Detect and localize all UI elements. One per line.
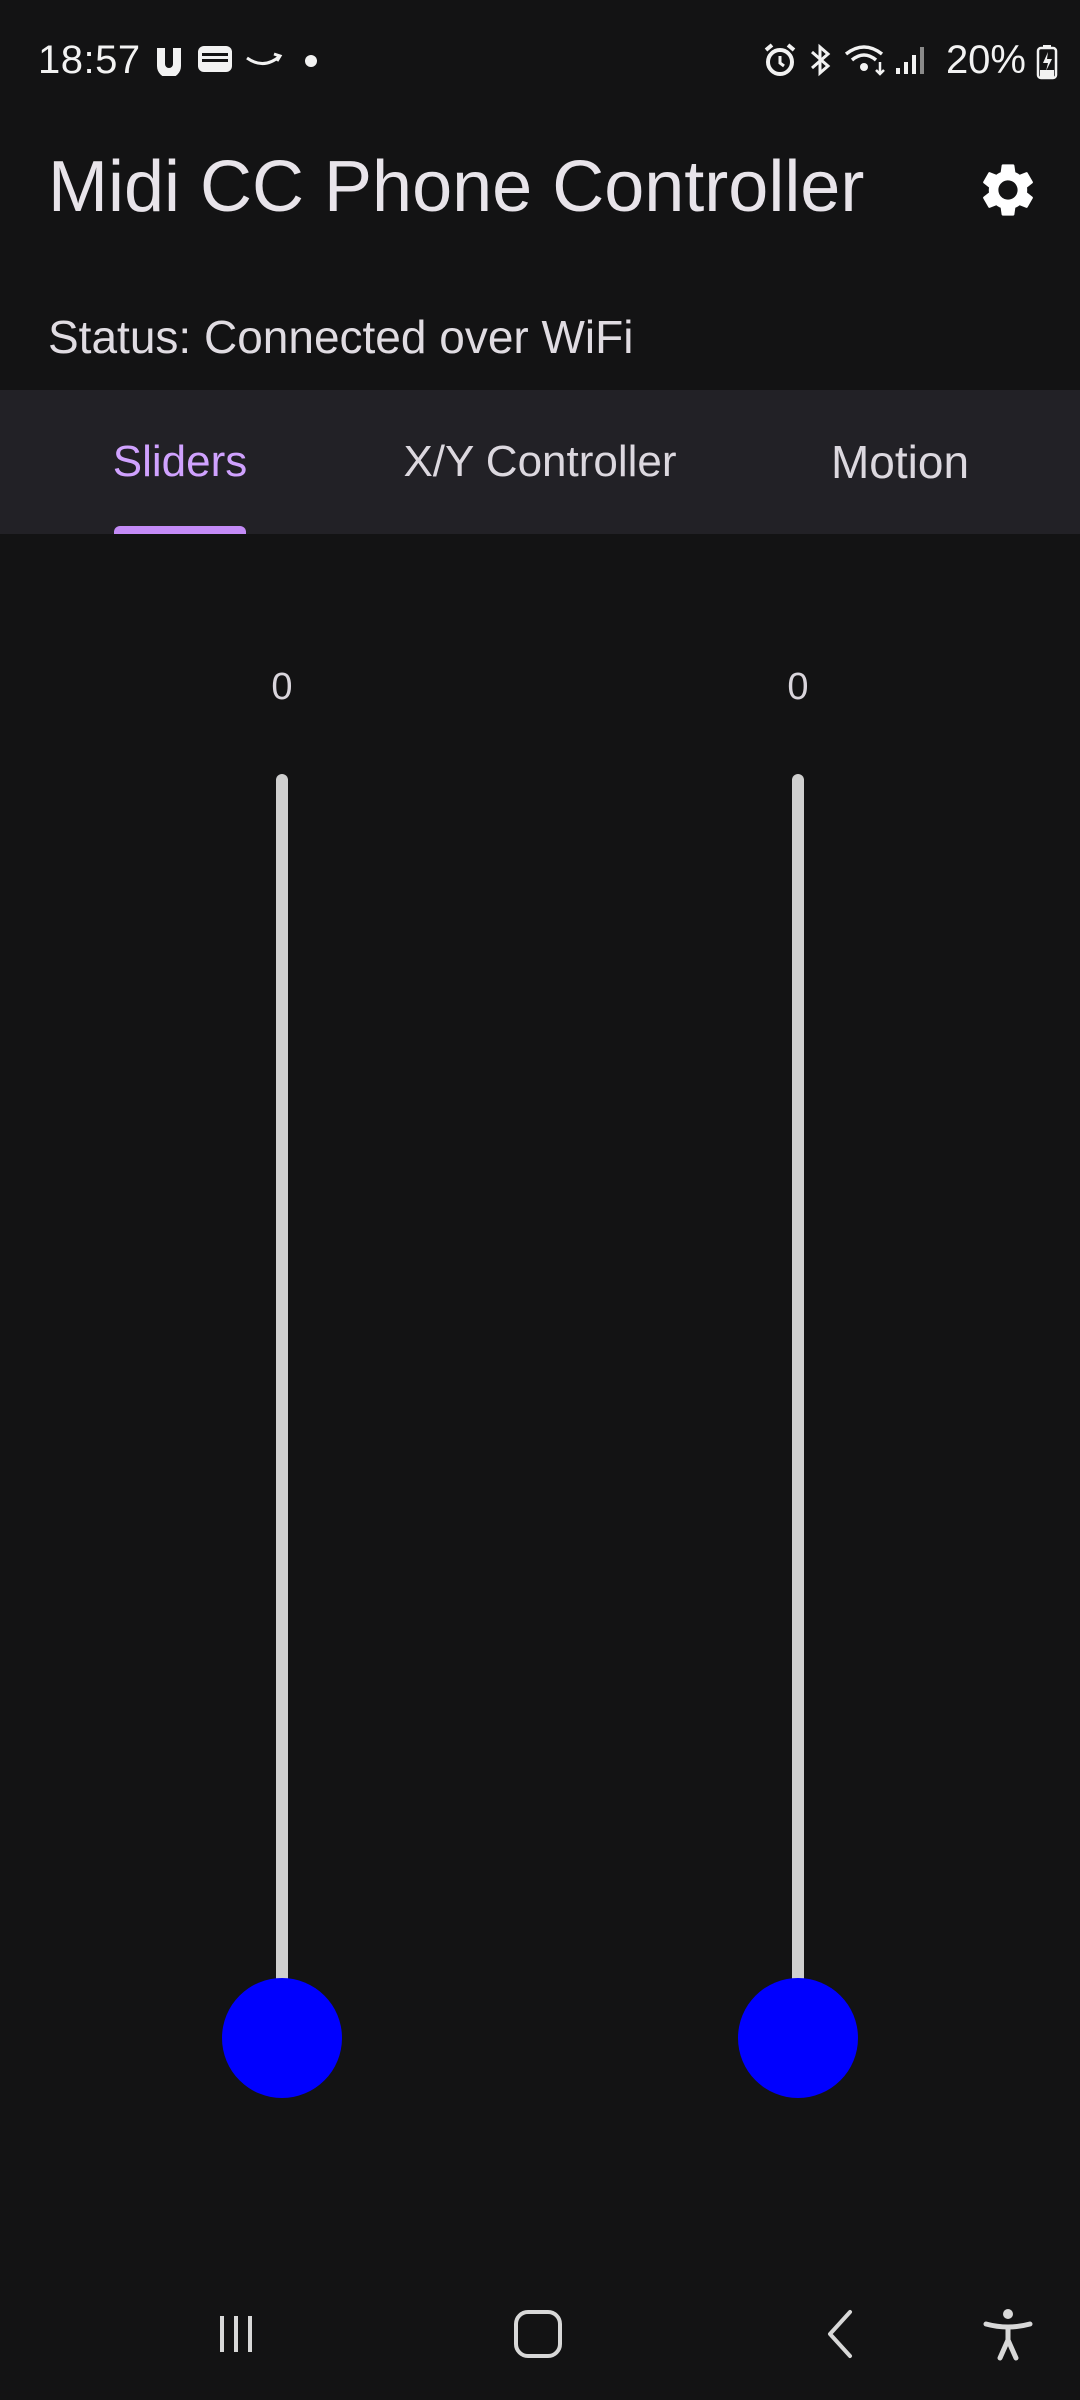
accessibility-button[interactable]: [948, 2268, 1068, 2400]
alarm-icon: [764, 43, 796, 76]
slider-1[interactable]: 0: [202, 534, 362, 2154]
back-button[interactable]: [782, 2268, 902, 2400]
slider-2-thumb[interactable]: [738, 1978, 858, 2098]
status-right-icons: 20%: [762, 38, 1062, 86]
slider-1-track[interactable]: [276, 774, 288, 2038]
amazon-smile-icon: [246, 52, 283, 65]
tab-bar: Sliders X/Y Controller Motion: [0, 390, 1080, 534]
signal-icon: [896, 47, 924, 74]
tab-motion[interactable]: Motion: [760, 390, 1040, 534]
slider-2[interactable]: 0: [718, 534, 878, 2154]
back-icon: [828, 2310, 852, 2358]
gear-icon: [983, 164, 1033, 216]
bluetooth-icon: [811, 43, 831, 77]
navigation-bar: [0, 2268, 1080, 2400]
slider-1-value: 0: [271, 666, 293, 708]
slider-2-track[interactable]: [792, 774, 804, 2038]
recent-apps-icon: [220, 2316, 252, 2352]
dot-icon: [305, 55, 317, 67]
tab-motion-label: Motion: [830, 436, 970, 488]
tab-xy-controller[interactable]: X/Y Controller: [380, 390, 700, 534]
slider-area: 0 0: [0, 534, 1080, 2234]
page-title: Midi CC Phone Controller: [48, 147, 865, 227]
slider-2-value: 0: [787, 666, 809, 708]
slider-1-thumb[interactable]: [222, 1978, 342, 2098]
battery-percent: 20%: [945, 38, 1026, 82]
wifi-icon: [844, 45, 885, 76]
battery-charging-icon: [1036, 45, 1058, 80]
accessibility-icon: [983, 2309, 1033, 2361]
wallet-icon: [198, 46, 232, 72]
home-icon: [514, 2310, 562, 2358]
tab-xy-controller-label: X/Y Controller: [403, 437, 677, 486]
home-button[interactable]: [478, 2268, 598, 2400]
tab-sliders-label: Sliders: [112, 437, 248, 486]
settings-button[interactable]: [966, 148, 1050, 232]
status-time: 18:57: [38, 38, 141, 82]
recent-apps-button[interactable]: [176, 2268, 296, 2400]
tab-indicator: [114, 526, 246, 534]
status-bar: 18:57 20%: [0, 0, 1080, 124]
app-header: Midi CC Phone Controller Status: Connect…: [0, 124, 1080, 384]
notification-app-icon: [157, 48, 181, 76]
connection-status: Status: Connected over WiFi: [48, 311, 634, 363]
tab-sliders[interactable]: Sliders: [40, 390, 320, 534]
